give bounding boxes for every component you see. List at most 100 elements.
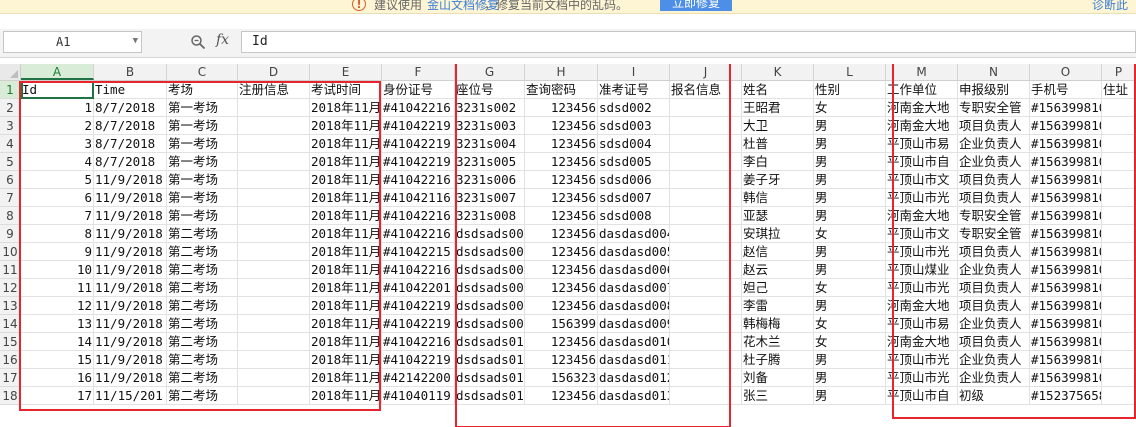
header-cell[interactable]: 身份证号 <box>382 81 455 99</box>
table-cell[interactable]: 张三 <box>742 387 814 405</box>
header-cell[interactable]: 姓名 <box>742 81 814 99</box>
table-cell[interactable]: 123456 <box>525 261 598 279</box>
header-cell[interactable]: 报名信息 <box>670 81 742 99</box>
table-cell[interactable]: dsdsads01 <box>455 369 525 387</box>
table-cell[interactable]: #15639981097 <box>1030 153 1102 171</box>
table-cell[interactable]: 第一考场 <box>167 207 238 225</box>
table-cell[interactable]: #41042216 <box>382 225 455 243</box>
table-cell[interactable]: 第一考场 <box>167 99 238 117</box>
table-cell[interactable]: dasdasd012 <box>598 369 670 387</box>
column-header-l[interactable]: L <box>814 64 886 80</box>
table-cell[interactable] <box>1102 297 1136 315</box>
table-cell[interactable]: dsdsads00 <box>455 279 525 297</box>
table-cell[interactable]: 平顶山市易 <box>886 135 958 153</box>
table-cell[interactable]: 企业负责人 <box>958 153 1030 171</box>
table-cell[interactable]: dasdasd010 <box>598 333 670 351</box>
table-cell[interactable]: 平顶山市自 <box>886 387 958 405</box>
table-cell[interactable]: 3231s004 <box>455 135 525 153</box>
table-cell[interactable]: 王昭君 <box>742 99 814 117</box>
row-header-18[interactable]: 18 <box>0 387 21 405</box>
table-cell[interactable]: 男 <box>814 297 886 315</box>
table-cell[interactable]: #41042215 <box>382 243 455 261</box>
table-cell[interactable]: 11/15/201 <box>94 387 167 405</box>
table-cell[interactable] <box>670 279 742 297</box>
table-cell[interactable]: 男 <box>814 135 886 153</box>
row-header-14[interactable]: 14 <box>0 315 21 333</box>
table-cell[interactable]: 赵云 <box>742 261 814 279</box>
header-cell[interactable]: 工作单位 <box>886 81 958 99</box>
table-cell[interactable]: 项目负责人 <box>958 279 1030 297</box>
table-cell[interactable]: 男 <box>814 189 886 207</box>
column-header-n[interactable]: N <box>958 64 1030 80</box>
table-cell[interactable]: 123456 <box>525 135 598 153</box>
column-header-c[interactable]: C <box>167 64 238 80</box>
table-cell[interactable]: 项目负责人 <box>958 333 1030 351</box>
table-cell[interactable]: 1 <box>21 99 94 117</box>
table-cell[interactable]: 专职安全管 <box>958 225 1030 243</box>
table-cell[interactable]: sdsd006 <box>598 171 670 189</box>
table-cell[interactable]: #15639981097 <box>1030 207 1102 225</box>
header-cell[interactable]: 住址 <box>1102 81 1136 99</box>
table-cell[interactable]: sdsd005 <box>598 153 670 171</box>
table-cell[interactable]: 7 <box>21 207 94 225</box>
table-cell[interactable]: dsdsads00 <box>455 315 525 333</box>
table-cell[interactable]: 专职安全管 <box>958 99 1030 117</box>
table-cell[interactable]: 平顶山市文 <box>886 225 958 243</box>
table-cell[interactable]: 2018年11月 <box>310 99 382 117</box>
table-cell[interactable]: 韩信 <box>742 189 814 207</box>
table-cell[interactable] <box>1102 369 1136 387</box>
column-header-h[interactable]: H <box>525 64 598 80</box>
table-cell[interactable] <box>238 297 310 315</box>
table-cell[interactable] <box>1102 225 1136 243</box>
table-cell[interactable] <box>238 279 310 297</box>
table-cell[interactable] <box>1102 189 1136 207</box>
table-cell[interactable]: dasdasd009 <box>598 315 670 333</box>
table-cell[interactable]: 3231s003 <box>455 117 525 135</box>
table-cell[interactable] <box>1102 279 1136 297</box>
table-cell[interactable]: 第二考场 <box>167 225 238 243</box>
table-cell[interactable] <box>238 153 310 171</box>
table-cell[interactable]: #15639981097 <box>1030 225 1102 243</box>
column-header-m[interactable]: M <box>886 64 958 80</box>
table-cell[interactable]: dsdsads00 <box>455 297 525 315</box>
table-cell[interactable]: sdsd002 <box>598 99 670 117</box>
table-cell[interactable]: sdsd003 <box>598 117 670 135</box>
table-cell[interactable]: 第一考场 <box>167 135 238 153</box>
table-cell[interactable]: 2018年11月 <box>310 279 382 297</box>
table-cell[interactable]: #42142200 <box>382 369 455 387</box>
table-cell[interactable] <box>238 387 310 405</box>
table-cell[interactable]: 第二考场 <box>167 279 238 297</box>
table-cell[interactable]: dsdsads00 <box>455 261 525 279</box>
table-cell[interactable] <box>238 207 310 225</box>
table-cell[interactable]: #15639981097 <box>1030 99 1102 117</box>
table-cell[interactable]: 2018年11月 <box>310 333 382 351</box>
table-cell[interactable]: dsdsads00 <box>455 225 525 243</box>
table-cell[interactable]: 11/9/2018 <box>94 369 167 387</box>
table-cell[interactable] <box>670 189 742 207</box>
table-cell[interactable]: 企业负责人 <box>958 315 1030 333</box>
table-cell[interactable]: 河南金大地 <box>886 207 958 225</box>
table-cell[interactable] <box>1102 135 1136 153</box>
table-cell[interactable] <box>238 225 310 243</box>
table-cell[interactable]: 企业负责人 <box>958 261 1030 279</box>
table-cell[interactable] <box>670 369 742 387</box>
table-cell[interactable]: #41042216 <box>382 261 455 279</box>
table-cell[interactable]: 平顶山市光 <box>886 279 958 297</box>
table-cell[interactable]: 11/9/2018 <box>94 225 167 243</box>
table-cell[interactable]: #41042219 <box>382 315 455 333</box>
table-cell[interactable]: 2018年11月 <box>310 225 382 243</box>
table-cell[interactable]: sdsd004 <box>598 135 670 153</box>
table-cell[interactable]: 10 <box>21 261 94 279</box>
table-cell[interactable]: 123456 <box>525 387 598 405</box>
table-cell[interactable]: 韩梅梅 <box>742 315 814 333</box>
row-header-15[interactable]: 15 <box>0 333 21 351</box>
table-cell[interactable]: 11/9/2018 <box>94 207 167 225</box>
header-cell[interactable]: 性别 <box>814 81 886 99</box>
table-cell[interactable]: 2 <box>21 117 94 135</box>
table-cell[interactable]: 平顶山市光 <box>886 189 958 207</box>
table-cell[interactable]: #15639981097 <box>1030 333 1102 351</box>
column-header-o[interactable]: O <box>1030 64 1102 80</box>
table-cell[interactable]: 4 <box>21 153 94 171</box>
table-cell[interactable]: 156399 <box>525 315 598 333</box>
table-cell[interactable]: 河南金大地 <box>886 333 958 351</box>
